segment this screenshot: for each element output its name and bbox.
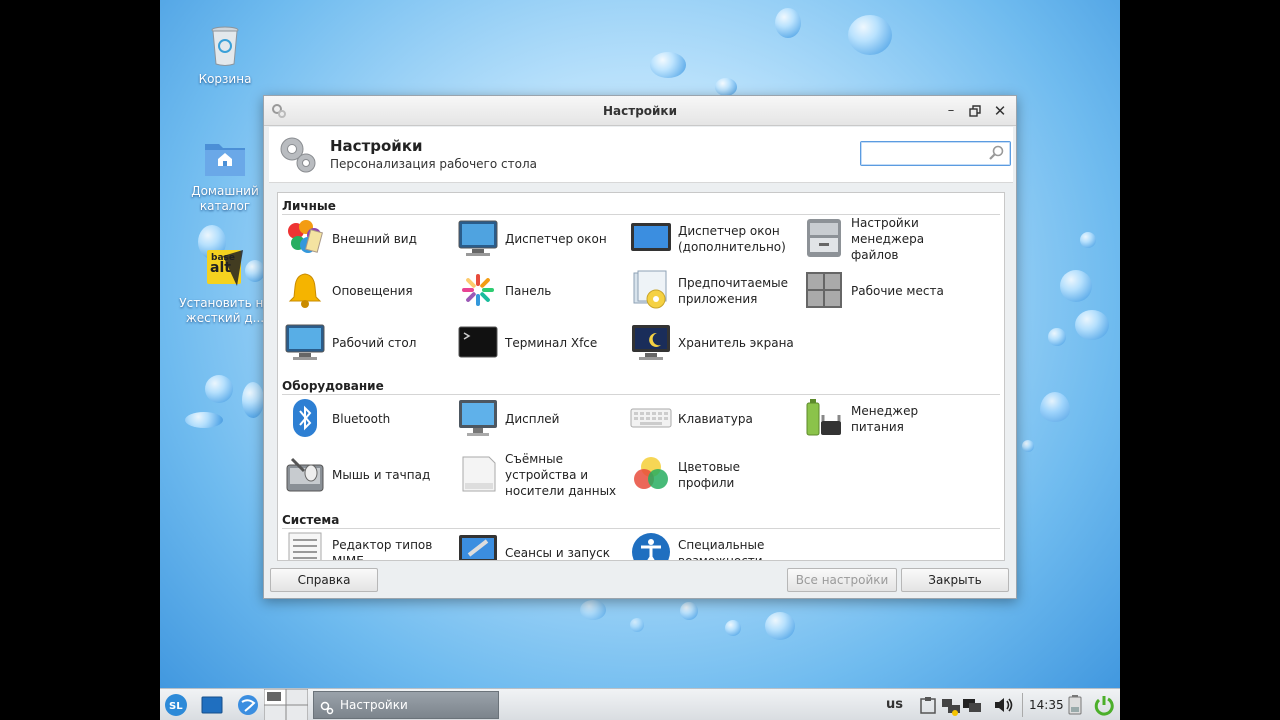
keyboard-layout-indicator[interactable]: us (886, 693, 903, 717)
item-bluetooth[interactable]: Bluetooth (280, 395, 452, 443)
window-footer: Справка Все настройки Закрыть (264, 564, 1016, 598)
item-desktop[interactable]: Рабочий стол (280, 319, 452, 367)
header-title: Настройки (330, 137, 423, 155)
close-button[interactable]: Закрыть (901, 568, 1009, 592)
separator (1022, 693, 1023, 717)
item-panel[interactable]: Панель (453, 267, 625, 315)
item-screensaver[interactable]: Хранитель экрана (626, 319, 798, 367)
search-box[interactable] (860, 141, 1011, 166)
window-manager-icon (457, 217, 499, 259)
battery-icon[interactable] (1066, 693, 1084, 717)
screensaver-icon (630, 321, 672, 363)
volume-icon[interactable] (992, 693, 1016, 717)
preferred-apps-icon (630, 269, 672, 311)
svg-text:SL: SL (169, 701, 183, 712)
desktop-icon (284, 321, 326, 363)
search-input[interactable] (865, 143, 985, 164)
home-folder-icon (201, 136, 249, 180)
bluetooth-icon (284, 397, 326, 439)
file-manager-icon (803, 217, 845, 259)
clock[interactable]: 14:35 (1029, 693, 1064, 717)
desktop-icon-install[interactable]: base alt Установить на жесткий д... (177, 248, 273, 326)
settings-header: Настройки Персонализация рабочего стола (269, 127, 1013, 183)
keyboard-icon (630, 397, 672, 439)
header-subtitle: Персонализация рабочего стола (330, 157, 537, 171)
install-badge-bottom: alt (210, 260, 231, 276)
item-file-manager[interactable]: Настройки менеджера файлов (799, 215, 971, 263)
desktop-screen: Корзина Домашний каталог base alt Устано… (160, 0, 1120, 720)
taskbar: SL Настройки us 14:35 (160, 688, 1120, 720)
panel-icon (457, 269, 499, 311)
item-removable-drives[interactable]: Съёмные устройства и носители данных (453, 451, 625, 499)
trash-icon (201, 24, 249, 68)
close-icon[interactable]: ✕ (991, 102, 1009, 120)
item-window-manager[interactable]: Диспетчер окон (453, 215, 625, 263)
taskbar-window-label: Настройки (340, 698, 408, 712)
item-accessibility[interactable]: Специальные возможности (626, 529, 798, 560)
browser-icon[interactable] (236, 693, 260, 717)
maximize-button[interactable] (966, 102, 984, 120)
terminal-icon (457, 321, 499, 363)
settings-gears-icon (276, 133, 320, 177)
window-title: Настройки (602, 104, 677, 118)
item-color-profiles[interactable]: Цветовые профили (626, 451, 798, 499)
section-personal: Личные (282, 197, 1000, 215)
network-icon[interactable] (940, 693, 962, 717)
session-icon (457, 531, 499, 560)
settings-list: Личные Внешний вид Диспетчер окон Диспет… (277, 192, 1005, 561)
item-preferred-apps[interactable]: Предпочитаемые приложения (626, 267, 798, 315)
item-terminal[interactable]: Терминал Xfce (453, 319, 625, 367)
section-system: Система (282, 511, 1000, 529)
appearance-icon (284, 217, 326, 259)
show-desktop-icon[interactable] (200, 693, 224, 717)
desktop-icon-home[interactable]: Домашний каталог (177, 136, 273, 214)
search-icon[interactable] (988, 145, 1005, 162)
clipboard-icon[interactable] (918, 693, 938, 717)
item-display[interactable]: Дисплей (453, 395, 625, 443)
item-workspaces[interactable]: Рабочие места (799, 267, 971, 315)
settings-icon (320, 698, 334, 715)
power-manager-icon (803, 397, 845, 439)
app-menu-icon[interactable]: SL (164, 693, 188, 717)
power-icon[interactable] (1092, 693, 1116, 717)
section-hardware: Оборудование (282, 377, 1000, 395)
install-icon: base alt (201, 248, 249, 292)
item-window-manager-tweaks[interactable]: Диспетчер окон (дополнительно) (626, 215, 798, 263)
workspaces-icon (803, 269, 845, 311)
window-titlebar[interactable]: Настройки – ✕ (264, 96, 1016, 126)
item-session[interactable]: Сеансы и запуск (453, 529, 625, 560)
minimize-button[interactable]: – (942, 102, 960, 120)
item-notifications[interactable]: Оповещения (280, 267, 452, 315)
taskbar-window-settings[interactable]: Настройки (313, 691, 499, 719)
settings-window: Настройки – ✕ Настройки Персонализация р (263, 95, 1017, 599)
removable-drive-icon (457, 453, 499, 495)
item-mime-editor[interactable]: Редактор типов MIME (280, 529, 452, 560)
mouse-icon (284, 453, 326, 495)
bell-icon (284, 269, 326, 311)
item-power-manager[interactable]: Менеджер питания (799, 395, 971, 443)
all-settings-button[interactable]: Все настройки (787, 568, 897, 592)
mime-editor-icon (284, 531, 326, 560)
accessibility-icon (630, 531, 672, 560)
workspace-switcher[interactable] (263, 688, 309, 720)
help-button[interactable]: Справка (270, 568, 378, 592)
desktop-icon-trash[interactable]: Корзина (177, 24, 273, 87)
display-icon (457, 397, 499, 439)
color-profiles-icon (630, 453, 672, 495)
item-mouse[interactable]: Мышь и тачпад (280, 451, 452, 499)
item-keyboard[interactable]: Клавиатура (626, 395, 798, 443)
display-tray-icon[interactable] (962, 693, 982, 717)
window-manager-tweaks-icon (630, 217, 672, 259)
item-appearance[interactable]: Внешний вид (280, 215, 452, 263)
